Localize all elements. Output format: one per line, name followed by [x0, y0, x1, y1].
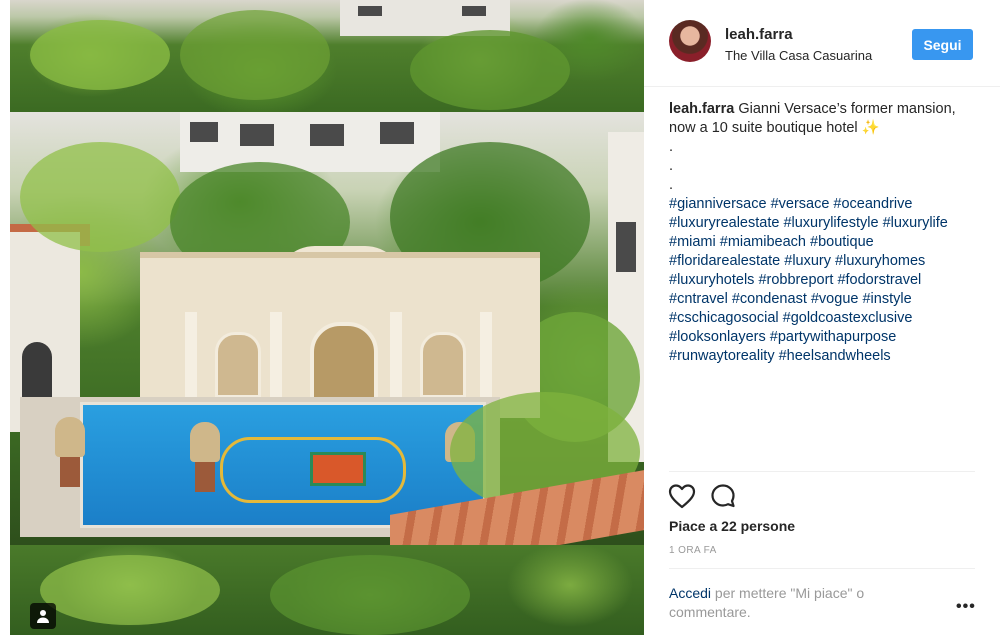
likes-count[interactable]: Piace a 22 persone	[669, 518, 795, 534]
urn	[190, 422, 220, 462]
building-back	[180, 112, 440, 172]
caption-dot: .	[669, 139, 674, 155]
post-header: leah.farra The Villa Casa Casuarina Segu…	[644, 0, 1000, 87]
heart-icon[interactable]	[668, 483, 696, 509]
caption: leah.farra Gianni Versace’s former mansi…	[669, 100, 979, 366]
comment-icon[interactable]	[710, 483, 736, 509]
tagged-user-icon[interactable]	[30, 603, 56, 629]
more-options-icon[interactable]: •••	[956, 598, 976, 616]
avatar[interactable]	[669, 20, 711, 62]
login-link[interactable]: Accedi	[669, 585, 711, 601]
photo-bottom-strip	[10, 545, 644, 635]
post-timestamp[interactable]: 1 ORA FA	[669, 545, 717, 556]
caption-dot: .	[669, 177, 674, 193]
location[interactable]: The Villa Casa Casuarina	[725, 48, 872, 63]
photo-main	[10, 112, 644, 575]
urn	[55, 417, 85, 457]
divider	[669, 568, 975, 569]
caption-hashtags[interactable]: #gianniversace #versace #oceandrive #lux…	[669, 195, 979, 366]
caption-dot: .	[669, 158, 674, 174]
follow-button[interactable]: Segui	[912, 29, 973, 60]
post-side-panel: leah.farra The Villa Casa Casuarina Segu…	[644, 0, 1000, 635]
photo-top-strip	[10, 0, 644, 112]
login-prompt: Accedi per mettere "Mi piace" o commenta…	[669, 584, 909, 622]
username[interactable]: leah.farra	[725, 26, 793, 43]
divider	[669, 471, 975, 472]
post-photo[interactable]	[10, 0, 644, 635]
caption-username[interactable]: leah.farra	[669, 101, 734, 117]
